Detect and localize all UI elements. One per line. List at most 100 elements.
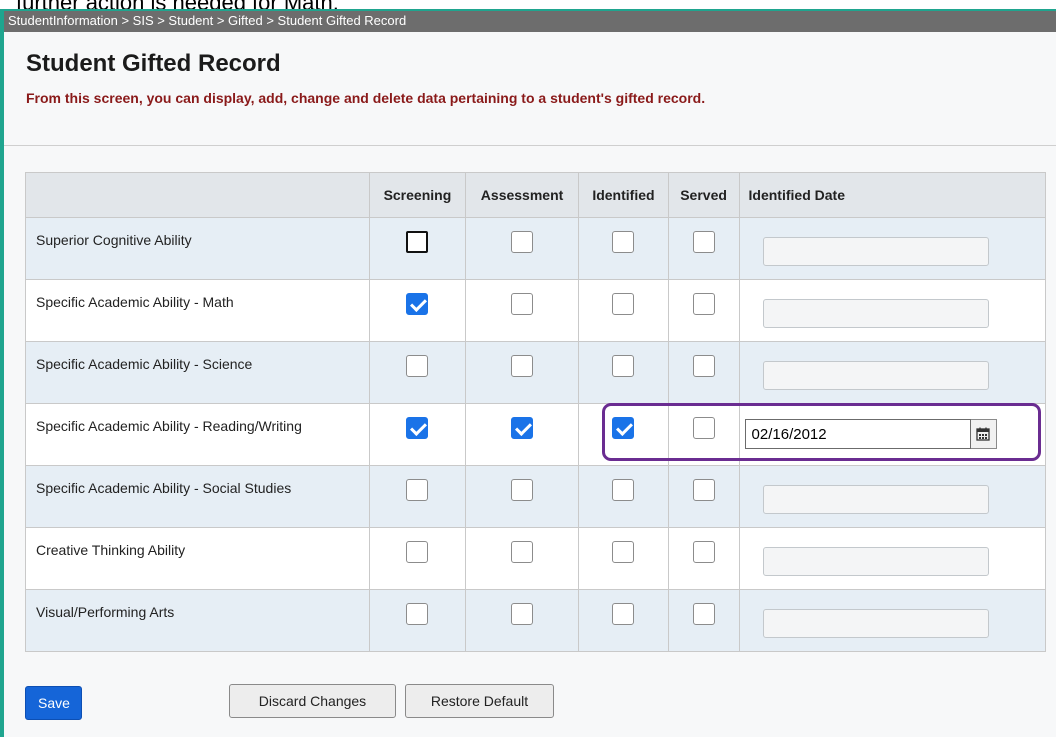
cell-identified-date (738, 279, 1047, 342)
column-header-screening: Screening (369, 172, 466, 218)
table-row: Specific Academic Ability - Social Studi… (25, 465, 1047, 528)
cell-identified (578, 465, 669, 528)
identified-date-input[interactable] (762, 485, 989, 514)
column-header-assessment: Assessment (464, 172, 580, 218)
breadcrumb[interactable]: StudentInformation > SIS > Student > Gif… (4, 11, 1056, 32)
cell-screening (369, 341, 466, 404)
served-checkbox[interactable] (692, 479, 715, 501)
table-row: Visual/Performing Arts (25, 589, 1047, 652)
cell-screening (369, 465, 466, 528)
cell-screening (369, 589, 466, 652)
screening-checkbox[interactable] (406, 603, 429, 625)
identified-date-input[interactable] (744, 419, 971, 449)
cell-identified-date (738, 217, 1047, 280)
assessment-checkbox[interactable] (511, 417, 534, 439)
screening-checkbox[interactable] (406, 541, 429, 563)
identified-date-input[interactable] (762, 609, 989, 638)
identified-checkbox[interactable] (612, 293, 635, 315)
cell-assessment (464, 279, 580, 342)
served-checkbox[interactable] (692, 541, 715, 563)
cell-screening (369, 527, 466, 590)
table-header-row: Screening Assessment Identified Served I… (25, 172, 1047, 218)
table-row: Superior Cognitive Ability (25, 217, 1047, 280)
page-subtitle: From this screen, you can display, add, … (26, 90, 706, 106)
cell-assessment (464, 465, 580, 528)
divider (4, 145, 1056, 146)
cell-identified-date (738, 341, 1047, 404)
served-checkbox[interactable] (692, 417, 715, 439)
cell-served (667, 217, 740, 280)
cell-identified (578, 217, 669, 280)
cell-identified (578, 527, 669, 590)
assessment-checkbox[interactable] (511, 541, 534, 563)
table-body: Superior Cognitive Ability Specific Acade… (25, 217, 1047, 652)
screening-checkbox[interactable] (406, 479, 429, 501)
identified-date-input[interactable] (762, 237, 989, 266)
cell-identified-date (738, 465, 1047, 528)
served-checkbox[interactable] (692, 293, 715, 315)
column-header-label (25, 172, 370, 218)
identified-date-input[interactable] (762, 299, 989, 328)
row-label: Superior Cognitive Ability (25, 217, 370, 280)
assessment-checkbox[interactable] (511, 603, 534, 625)
row-label: Visual/Performing Arts (25, 589, 370, 652)
row-label: Specific Academic Ability - Science (25, 341, 370, 404)
cell-screening (369, 403, 466, 466)
cell-identified (578, 589, 669, 652)
cell-screening (369, 279, 466, 342)
identified-checkbox[interactable] (612, 603, 635, 625)
screening-checkbox[interactable] (406, 355, 429, 377)
row-label: Creative Thinking Ability (25, 527, 370, 590)
served-checkbox[interactable] (692, 355, 715, 377)
gifted-table: Screening Assessment Identified Served I… (25, 172, 1047, 652)
column-header-served: Served (667, 172, 740, 218)
save-button[interactable]: Save (25, 686, 82, 720)
page-title: Student Gifted Record (26, 50, 281, 77)
screening-checkbox[interactable] (406, 293, 429, 315)
screening-checkbox[interactable] (406, 231, 429, 253)
row-label: Specific Academic Ability - Math (25, 279, 370, 342)
cell-identified-date (738, 403, 1047, 466)
column-header-identified: Identified (578, 172, 669, 218)
identified-checkbox[interactable] (612, 417, 635, 439)
assessment-checkbox[interactable] (511, 479, 534, 501)
row-label: Specific Academic Ability - Reading/Writ… (25, 403, 370, 466)
cell-screening (369, 217, 466, 280)
served-checkbox[interactable] (692, 603, 715, 625)
calendar-button[interactable] (970, 419, 997, 449)
discard-changes-button[interactable]: Discard Changes (229, 684, 396, 718)
cell-served (667, 341, 740, 404)
cell-served (667, 279, 740, 342)
column-header-identified-date: Identified Date (738, 172, 1047, 218)
cell-identified-date (738, 589, 1047, 652)
cell-identified (578, 403, 669, 466)
date-picker (744, 419, 1045, 449)
assessment-checkbox[interactable] (511, 355, 534, 377)
cell-assessment (464, 403, 580, 466)
row-label: Specific Academic Ability - Social Studi… (25, 465, 370, 528)
identified-checkbox[interactable] (612, 541, 635, 563)
cell-served (667, 589, 740, 652)
table-row: Specific Academic Ability - Reading/Writ… (25, 403, 1047, 466)
table-row: Specific Academic Ability - Science (25, 341, 1047, 404)
assessment-checkbox[interactable] (511, 231, 534, 253)
main-content: Student Gifted Record From this screen, … (4, 32, 1056, 106)
identified-date-input[interactable] (762, 361, 989, 390)
screening-checkbox[interactable] (406, 417, 429, 439)
cell-assessment (464, 527, 580, 590)
restore-default-button[interactable]: Restore Default (405, 684, 554, 718)
identified-date-input[interactable] (762, 547, 989, 576)
cell-served (667, 527, 740, 590)
table-row: Specific Academic Ability - Math (25, 279, 1047, 342)
cell-assessment (464, 341, 580, 404)
served-checkbox[interactable] (692, 231, 715, 253)
cell-assessment (464, 589, 580, 652)
assessment-checkbox[interactable] (511, 293, 534, 315)
cell-served (667, 465, 740, 528)
cell-identified-date (738, 527, 1047, 590)
identified-checkbox[interactable] (612, 355, 635, 377)
identified-checkbox[interactable] (612, 231, 635, 253)
identified-checkbox[interactable] (612, 479, 635, 501)
cell-identified (578, 279, 669, 342)
calendar-icon (976, 427, 990, 441)
